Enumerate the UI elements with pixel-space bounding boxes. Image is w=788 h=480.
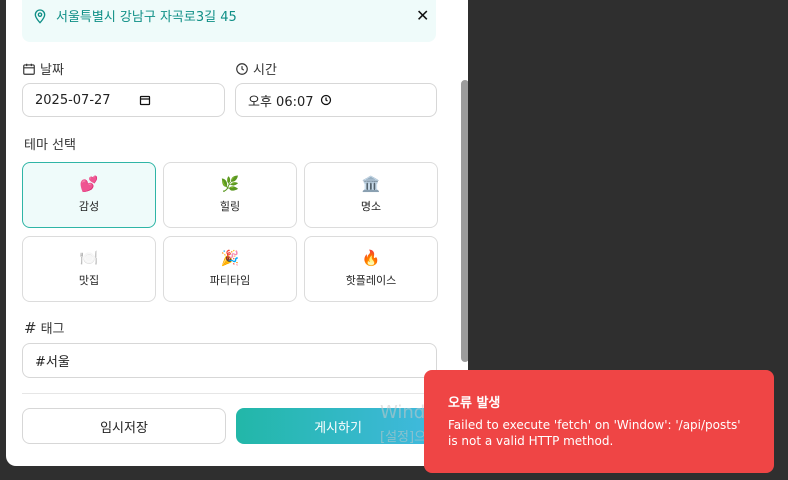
date-label: 날짜 (22, 59, 64, 78)
date-label-text: 날짜 (40, 63, 64, 78)
tag-input[interactable]: #서울 (22, 343, 437, 378)
scrollbar-thumb[interactable] (461, 80, 468, 362)
save-draft-button[interactable]: 임시저장 (22, 408, 226, 444)
clock-icon (236, 62, 248, 75)
create-post-modal: 서울특별시 강남구 자곡로3길 45 ✕ 날짜 2025-07-27 시간 오후… (6, 0, 468, 466)
date-input[interactable]: 2025-07-27 (22, 83, 225, 117)
hash-icon: # (24, 318, 37, 337)
time-input[interactable]: 오후 06:07 (235, 83, 437, 117)
theme-card-landmark[interactable]: 🏛️ 명소 (304, 162, 438, 228)
theme-card-healing[interactable]: 🌿 힐링 (163, 162, 297, 228)
map-pin-icon (34, 9, 46, 24)
theme-card-party[interactable]: 🎉 파티타임 (163, 236, 297, 302)
theme-name: 명소 (360, 200, 382, 213)
divider (22, 393, 436, 394)
theme-card-food[interactable]: 🍽️ 맛집 (22, 236, 156, 302)
selected-location: 서울특별시 강남구 자곡로3길 45 ✕ (22, 0, 436, 42)
time-label: 시간 (235, 59, 277, 78)
theme-name: 힐링 (219, 200, 241, 213)
toast-title: 오류 발생 (448, 396, 501, 411)
fire-icon: 🔥 (361, 249, 381, 267)
date-value: 2025-07-27 (35, 92, 111, 108)
theme-card-emotional[interactable]: 💕 감성 (22, 162, 156, 228)
theme-card-hotplace[interactable]: 🔥 핫플레이스 (304, 236, 438, 302)
herb-icon: 🌿 (220, 175, 240, 193)
party-popper-icon: 🎉 (220, 249, 240, 267)
theme-label: 테마 선택 (24, 138, 76, 153)
landmark-icon: 🏛️ (361, 175, 381, 193)
tag-label: # 태그 (24, 318, 65, 338)
calendar-picker-icon[interactable] (139, 94, 151, 106)
plate-icon: 🍽️ (79, 249, 99, 267)
error-toast[interactable]: 오류 발생 Failed to execute 'fetch' on 'Wind… (424, 370, 774, 473)
clear-location-icon[interactable]: ✕ (416, 6, 429, 25)
tag-value: #서울 (35, 355, 70, 370)
calendar-icon (23, 63, 35, 75)
location-text: 서울특별시 강남구 자곡로3길 45 (56, 10, 237, 25)
theme-name: 맛집 (78, 274, 100, 287)
publish-button[interactable]: 게시하기 (236, 408, 440, 444)
heart-icon: 💕 (79, 175, 99, 193)
theme-name: 감성 (78, 200, 100, 213)
time-value: 오후 06:07 (248, 94, 314, 110)
theme-name: 파티타임 (209, 274, 251, 287)
time-label-text: 시간 (253, 63, 277, 78)
toast-message: Failed to execute 'fetch' on 'Window': '… (448, 418, 741, 448)
theme-name: 핫플레이스 (345, 274, 397, 287)
time-picker-icon[interactable] (320, 94, 332, 106)
tag-label-text: 태그 (40, 322, 65, 337)
